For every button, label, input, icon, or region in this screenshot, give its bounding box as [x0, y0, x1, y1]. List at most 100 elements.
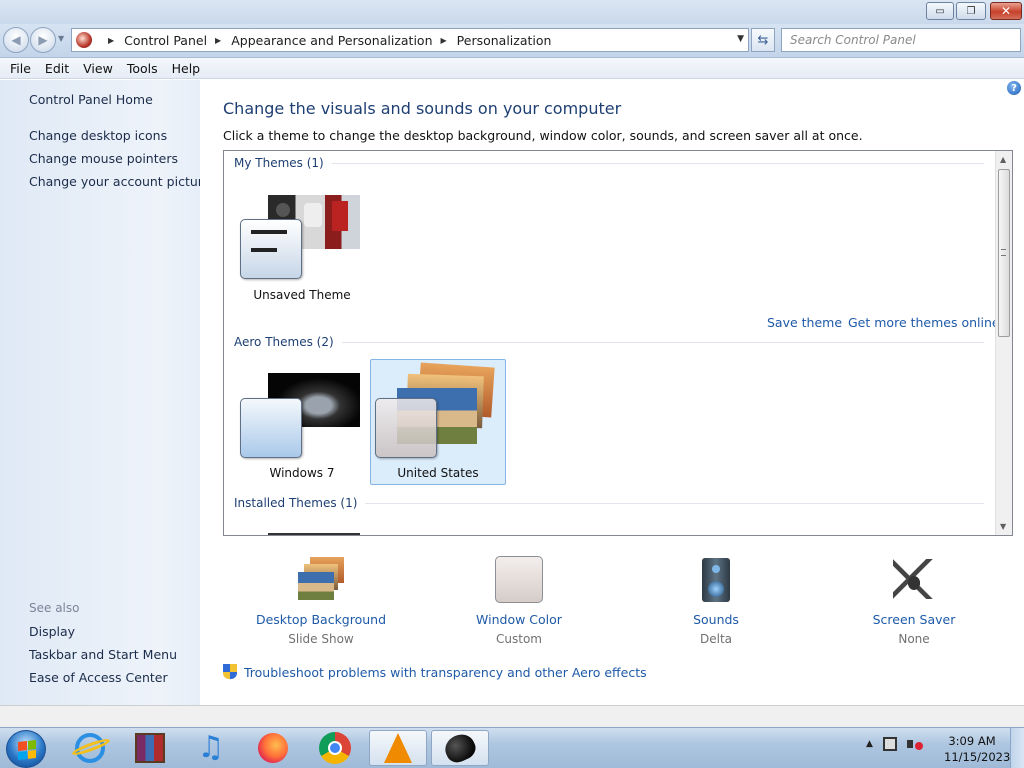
taskbar-vlc[interactable] — [369, 730, 427, 766]
shield-icon — [223, 664, 237, 680]
help-icon[interactable]: ? — [1007, 81, 1021, 95]
breadcrumb-appearance[interactable]: Appearance and Personalization — [231, 33, 432, 48]
network-icon[interactable] — [882, 737, 897, 751]
internet-explorer-icon — [70, 733, 112, 763]
address-dropdown-icon[interactable]: ▼ — [737, 34, 744, 44]
black-hat-icon — [440, 729, 480, 767]
sounds-setting[interactable]: Sounds Delta — [631, 555, 801, 646]
show-hidden-icons-icon[interactable]: ▲ — [866, 739, 873, 749]
menu-view[interactable]: View — [76, 61, 120, 76]
theme-label: Unsaved Theme — [253, 288, 351, 302]
save-theme-link[interactable]: Save theme — [767, 315, 842, 330]
breadcrumb-separator-icon[interactable]: ▶ — [215, 36, 221, 45]
taskbar-black-app[interactable] — [431, 729, 489, 767]
breadcrumb-separator-icon[interactable]: ▶ — [108, 36, 114, 45]
scrollbar-grip-icon — [1001, 249, 1006, 256]
desktop-background-value: Slide Show — [288, 632, 354, 646]
theme-united-states[interactable]: United States — [370, 359, 506, 485]
themes-list[interactable]: My Themes (1) Unsaved Theme Save theme G… — [223, 150, 1013, 536]
taskbar-chrome[interactable] — [306, 730, 364, 766]
windows-logo-icon — [18, 740, 36, 760]
window-color-label[interactable]: Window Color — [434, 612, 604, 627]
vlc-cone-icon — [384, 733, 412, 763]
clock-time: 3:09 AM — [948, 734, 996, 748]
troubleshoot-link[interactable]: Troubleshoot problems with transparency … — [244, 665, 647, 680]
refresh-icon: ⇆ — [757, 32, 769, 48]
sounds-value: Delta — [699, 632, 732, 646]
aero-themes-section: Aero Themes (2) — [234, 334, 984, 350]
close-button[interactable]: ✕ — [990, 2, 1022, 20]
taskbar-internet-explorer[interactable] — [61, 730, 119, 766]
forward-arrow-icon: ▶ — [38, 33, 48, 47]
show-desktop-button[interactable] — [1010, 728, 1024, 768]
change-mouse-pointers-link[interactable]: Change mouse pointers — [29, 151, 178, 166]
theme-label: United States — [397, 466, 479, 480]
minimize-icon: ▭ — [935, 5, 945, 17]
close-icon: ✕ — [1000, 4, 1012, 18]
scroll-up-icon[interactable]: ▲ — [1000, 155, 1006, 164]
screen-saver-value: None — [898, 632, 930, 646]
desktop-background-setting[interactable]: Desktop Background Slide Show — [236, 555, 406, 646]
control-panel-home-link[interactable]: Control Panel Home — [29, 92, 153, 107]
taskbar-winrar[interactable] — [121, 730, 179, 766]
screen-saver-label[interactable]: Screen Saver — [829, 612, 999, 627]
window-color-swatch — [240, 398, 302, 458]
start-button[interactable] — [6, 730, 46, 768]
sounds-label[interactable]: Sounds — [631, 612, 801, 627]
aero-themes-heading: Aero Themes (2) — [234, 335, 334, 349]
winrar-icon — [135, 733, 165, 763]
ease-of-access-link[interactable]: Ease of Access Center — [29, 670, 168, 685]
firefox-icon — [258, 733, 288, 763]
menu-edit[interactable]: Edit — [38, 61, 76, 76]
recent-pages-dropdown[interactable]: ▼ — [58, 34, 64, 43]
menu-tools[interactable]: Tools — [120, 61, 165, 76]
themes-scrollbar[interactable]: ▲ ▼ — [995, 151, 1012, 535]
back-button[interactable]: ◀ — [3, 27, 29, 53]
system-tray: ▲ — [866, 736, 923, 752]
scroll-down-icon[interactable]: ▼ — [1000, 522, 1006, 531]
breadcrumb-personalization[interactable]: Personalization — [457, 33, 552, 48]
refresh-button[interactable]: ⇆ — [751, 28, 775, 52]
title-bar: ▭ ❐ ✕ — [0, 0, 1024, 24]
breadcrumb-separator-icon[interactable]: ▶ — [441, 36, 447, 45]
my-themes-section: My Themes (1) — [234, 155, 984, 171]
forward-button[interactable]: ▶ — [30, 27, 56, 53]
minimize-button[interactable]: ▭ — [926, 2, 954, 20]
theme-label: Windows 7 — [269, 466, 335, 480]
taskbar-firefox[interactable] — [244, 730, 302, 766]
chrome-icon — [319, 732, 351, 764]
desktop-background-label[interactable]: Desktop Background — [236, 612, 406, 627]
installed-theme-preview-edge — [268, 533, 360, 535]
theme-unsaved[interactable]: Unsaved Theme — [234, 187, 370, 313]
theme-windows-7[interactable]: Windows 7 — [234, 360, 370, 486]
taskbar-start-menu-link[interactable]: Taskbar and Start Menu — [29, 647, 177, 662]
maximize-button[interactable]: ❐ — [956, 2, 986, 20]
screen-saver-icon — [889, 555, 939, 605]
page-subtitle: Click a theme to change the desktop back… — [223, 128, 863, 143]
taskbar: ♫ ▲ 3:09 AM 11/15/2023 — [0, 727, 1024, 768]
menu-help[interactable]: Help — [165, 61, 208, 76]
installed-themes-heading: Installed Themes (1) — [234, 496, 358, 510]
window-color-value: Custom — [496, 632, 542, 646]
window-color-icon — [494, 555, 544, 605]
installed-themes-section: Installed Themes (1) — [234, 495, 984, 511]
breadcrumb: ▶ Control Panel ▶ Appearance and Persona… — [100, 33, 551, 48]
page-title: Change the visuals and sounds on your co… — [223, 99, 622, 118]
change-account-picture-link[interactable]: Change your account picture — [29, 174, 210, 189]
clock[interactable]: 3:09 AM 11/15/2023 — [944, 733, 1010, 765]
troubleshoot-row: Troubleshoot problems with transparency … — [223, 664, 647, 680]
navigation-bar: ◀ ▶ ▼ ▶ Control Panel ▶ Appearance and P… — [0, 24, 1024, 58]
menu-file[interactable]: File — [0, 61, 38, 76]
display-link[interactable]: Display — [29, 624, 75, 639]
volume-muted-icon[interactable] — [906, 736, 923, 752]
screen-saver-setting[interactable]: Screen Saver None — [829, 555, 999, 646]
sounds-icon — [691, 555, 741, 605]
change-desktop-icons-link[interactable]: Change desktop icons — [29, 128, 167, 143]
see-also-heading: See also — [29, 601, 80, 615]
breadcrumb-control-panel[interactable]: Control Panel — [124, 33, 207, 48]
taskbar-itunes[interactable]: ♫ — [182, 730, 240, 766]
get-more-themes-link[interactable]: Get more themes online — [848, 315, 1000, 330]
search-input[interactable]: Search Control Panel — [781, 28, 1021, 52]
window-color-setting[interactable]: Window Color Custom — [434, 555, 604, 646]
address-bar[interactable]: ▶ Control Panel ▶ Appearance and Persona… — [71, 28, 749, 52]
